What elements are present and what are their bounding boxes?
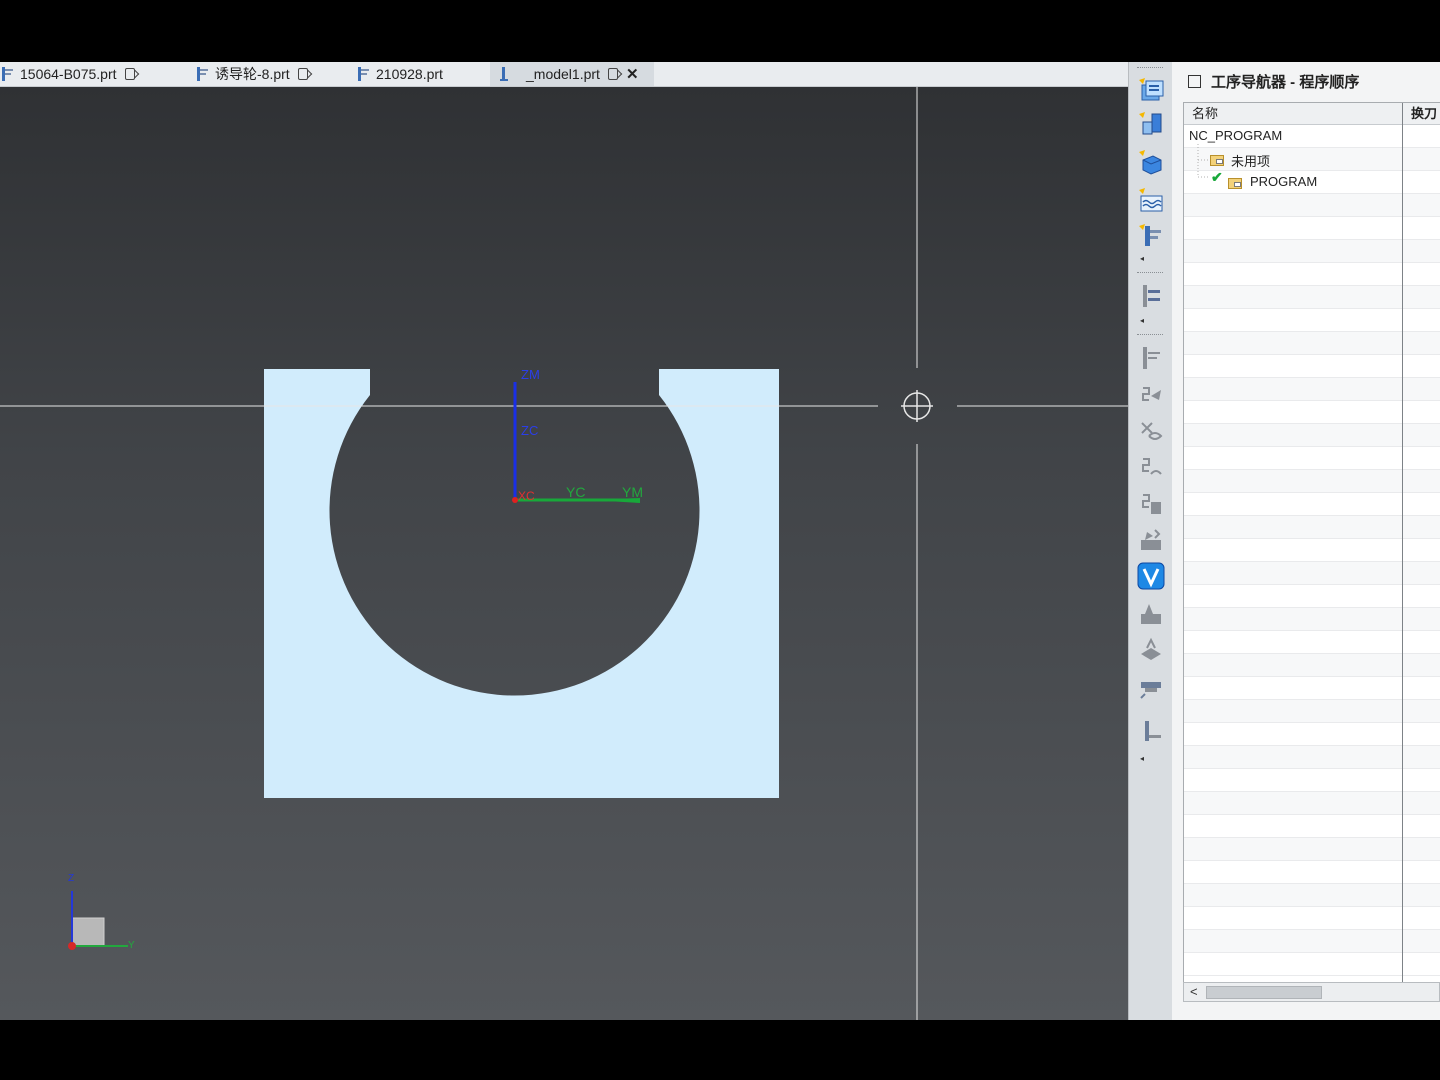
insert-toolbar: ◂ ◂ ◂ xyxy=(1128,62,1173,1020)
scroll-left-icon[interactable]: < xyxy=(1190,983,1198,1001)
tab-label: 15064-B075.prt xyxy=(20,66,117,82)
create-method-icon[interactable] xyxy=(1137,186,1165,214)
create-operation-icon[interactable] xyxy=(1137,222,1165,250)
close-tab-icon[interactable]: ✕ xyxy=(626,65,639,83)
check-icon: ✔ xyxy=(1211,169,1223,185)
tab-label: 诱导轮-8.prt xyxy=(215,66,290,82)
triad-z-label: Z xyxy=(68,873,75,884)
tab-model1[interactable]: _model1.prt ✕ xyxy=(490,62,654,86)
part-file-icon xyxy=(500,67,508,81)
verify-path-icon[interactable] xyxy=(1137,490,1165,518)
triad-y-label: Y xyxy=(128,940,135,951)
tab-inducer-8[interactable]: 诱导轮-8.prt xyxy=(195,62,345,86)
toolbar-expand-icon[interactable]: ◂ xyxy=(1140,316,1144,325)
postprocess-icon[interactable] xyxy=(1137,526,1165,554)
column-header-name[interactable]: 名称 xyxy=(1184,103,1402,125)
pin-checkbox[interactable] xyxy=(1188,74,1201,88)
list-path-icon[interactable] xyxy=(1137,454,1165,482)
toolbar-grip[interactable] xyxy=(1137,334,1163,337)
create-geometry-icon[interactable] xyxy=(1137,148,1165,176)
tool-path-edit-icon[interactable] xyxy=(1137,718,1165,746)
program-order-icon[interactable] xyxy=(1137,282,1165,310)
modified-icon xyxy=(607,68,618,80)
tab-label: 210928.prt xyxy=(376,66,443,82)
create-program-icon[interactable] xyxy=(1137,76,1165,104)
vericut-icon[interactable] xyxy=(1137,562,1165,590)
xc-label: XC xyxy=(518,489,535,503)
ym-label: YM xyxy=(622,484,643,500)
shop-doc-icon[interactable] xyxy=(1137,600,1165,628)
file-tab-bar: 15064-B075.prt 诱导轮-8.prt 210928.prt _mod… xyxy=(0,62,1128,87)
scroll-thumb[interactable] xyxy=(1206,986,1322,999)
horizontal-scrollbar[interactable]: < xyxy=(1183,982,1440,1002)
tree-root-nc-program[interactable]: NC_PROGRAM xyxy=(1189,128,1282,143)
machine-tool-view-icon[interactable] xyxy=(1137,344,1165,372)
modified-icon xyxy=(297,68,308,80)
folder-icon xyxy=(1228,178,1242,189)
generate-path-icon[interactable] xyxy=(1137,382,1165,410)
part-file-icon xyxy=(358,67,369,81)
tree-item-program[interactable]: PROGRAM xyxy=(1250,174,1317,189)
column-header-tool-change[interactable]: 换刀 xyxy=(1403,103,1440,125)
toolbar-expand-icon[interactable]: ◂ xyxy=(1140,754,1144,763)
part-file-icon xyxy=(197,67,208,81)
column-divider xyxy=(1402,103,1403,985)
operation-navigator: 工序导航器 - 程序顺序 名称 换刀 NC_PROGRAM 未用项 ✔ PROG… xyxy=(1172,62,1440,1020)
toolbar-grip[interactable] xyxy=(1137,272,1163,275)
tree-item-unused[interactable]: 未用项 xyxy=(1231,151,1270,170)
tab-label: _model1.prt xyxy=(526,66,600,82)
modified-icon xyxy=(124,68,135,80)
create-tool-icon[interactable] xyxy=(1137,110,1165,138)
navigator-title: 工序导航器 - 程序顺序 xyxy=(1211,73,1360,91)
toolbar-grip[interactable] xyxy=(1137,67,1163,70)
tab-15064-b075[interactable]: 15064-B075.prt xyxy=(0,62,180,86)
folder-icon xyxy=(1210,155,1224,166)
output-cldata-icon[interactable] xyxy=(1137,636,1165,664)
cursor-target-icon xyxy=(901,390,933,422)
graphics-window[interactable]: ZM ZC XC YC YM Z Y xyxy=(0,87,1128,1020)
view-triad[interactable]: Z Y xyxy=(62,873,142,957)
yc-label: YC xyxy=(566,484,586,500)
zm-label: ZM xyxy=(521,367,540,382)
tool-holder-icon[interactable] xyxy=(1137,676,1165,704)
model-canvas[interactable] xyxy=(0,87,1128,1020)
toolbar-expand-icon[interactable]: ◂ xyxy=(1140,254,1144,263)
navigator-header: 工序导航器 - 程序顺序 xyxy=(1172,62,1440,100)
tab-210928[interactable]: 210928.prt xyxy=(356,62,476,86)
zc-label: ZC xyxy=(521,423,539,438)
part-file-icon xyxy=(2,67,13,81)
replay-path-icon[interactable] xyxy=(1137,418,1165,446)
navigator-tree[interactable]: 名称 换刀 NC_PROGRAM 未用项 ✔ PROGRAM xyxy=(1183,102,1440,986)
